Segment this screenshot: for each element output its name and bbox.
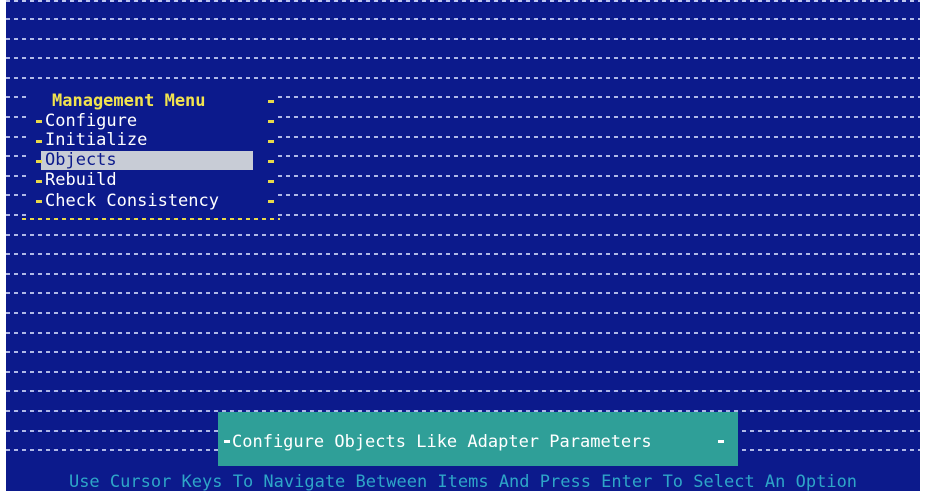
status-marker-right	[718, 440, 724, 443]
menu-item-initialize[interactable]: Initialize	[41, 131, 255, 150]
menu-marker-right	[268, 200, 274, 203]
background-dot-row	[6, 38, 920, 40]
status-description: Configure Objects Like Adapter Parameter…	[232, 432, 652, 452]
background-dot-row	[6, 253, 920, 255]
background-dot-row	[6, 351, 920, 353]
background-dot-row	[6, 234, 920, 236]
background-dot-row	[6, 57, 920, 59]
menu-marker-left	[36, 140, 42, 143]
menu-marker-left	[36, 180, 42, 183]
background-dot-row	[6, 273, 920, 275]
status-marker-left	[224, 440, 230, 443]
menu-item-configure[interactable]: Configure	[41, 112, 255, 131]
menu-item-check-consistency[interactable]: Check Consistency	[41, 192, 255, 211]
menu-title: Management Menu	[46, 91, 212, 111]
menu-marker-left	[36, 160, 42, 163]
menu-marker-right	[268, 120, 274, 123]
background-dot-row	[6, 371, 920, 373]
background-dot-row	[6, 390, 920, 392]
menu-marker-right	[268, 160, 274, 163]
menu-marker-right	[268, 140, 274, 143]
bios-screen: Management Menu Configure Initialize Obj…	[6, 0, 920, 491]
background-dot-row	[6, 312, 920, 314]
menu-marker-right	[268, 180, 274, 183]
background-dot-row	[6, 332, 920, 334]
background-dot-row	[6, 77, 920, 79]
navigation-hint: Use Cursor Keys To Navigate Between Item…	[68, 473, 858, 491]
menu-item-objects[interactable]: Objects	[41, 151, 253, 170]
menu-marker-left	[36, 200, 42, 203]
menu-marker-left	[36, 120, 42, 123]
menu-border-bottom	[22, 218, 280, 220]
background-dot-row	[6, 18, 920, 20]
menu-item-rebuild[interactable]: Rebuild	[41, 171, 255, 190]
menu-marker-right	[268, 100, 274, 103]
background-dot-row	[6, 292, 920, 294]
